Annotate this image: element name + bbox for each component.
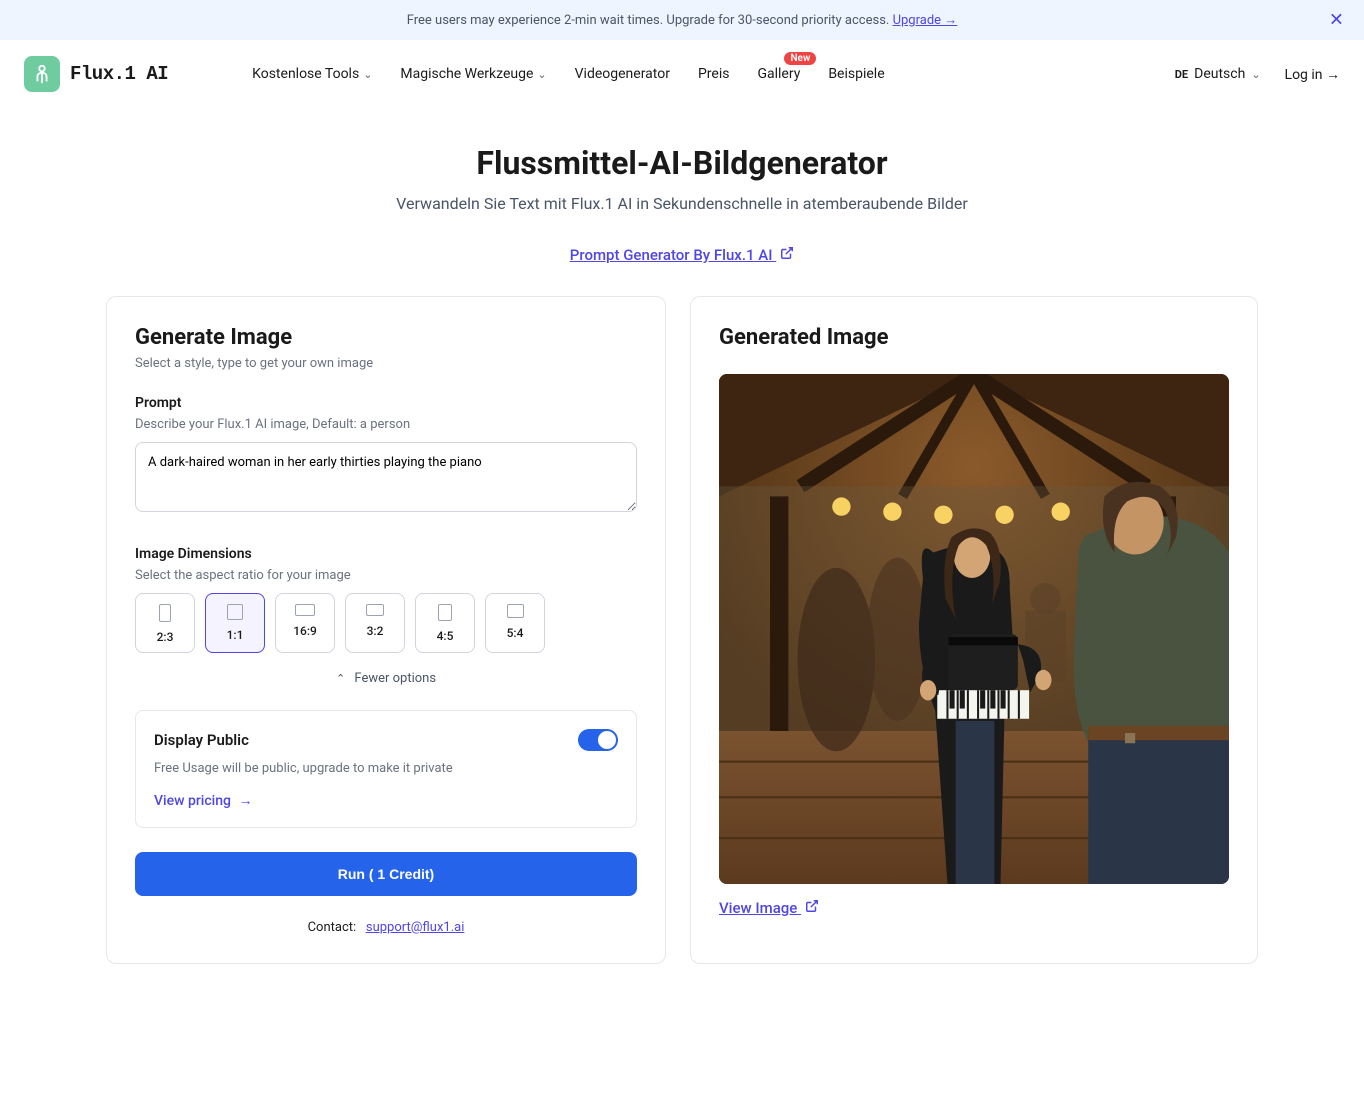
contact-email[interactable]: support@flux1.ai xyxy=(366,920,465,935)
logo-icon xyxy=(24,56,60,92)
chevron-down-icon: ⌄ xyxy=(537,68,546,81)
ratio-preview-icon xyxy=(159,604,171,622)
prompt-generator-link-wrapper: Prompt Generator By Flux.1 AI xyxy=(106,245,1258,264)
login-button[interactable]: Log in → xyxy=(1285,66,1340,83)
output-panel: Generated Image xyxy=(690,296,1258,964)
new-badge: New xyxy=(784,52,816,65)
lang-label: Deutsch xyxy=(1194,66,1245,82)
display-public-title: Display Public xyxy=(154,731,249,749)
page-subtitle: Verwandeln Sie Text mit Flux.1 AI in Sek… xyxy=(106,194,1258,213)
generate-panel: Generate Image Select a style, type to g… xyxy=(106,296,666,964)
aspect-ratio-1-1[interactable]: 1:1 xyxy=(205,593,265,653)
nav-examples[interactable]: Beispiele xyxy=(828,66,884,82)
ratio-label: 1:1 xyxy=(227,628,244,642)
run-button[interactable]: Run ( 1 Credit) xyxy=(135,852,637,896)
upgrade-link[interactable]: Upgrade → xyxy=(893,13,958,28)
dimensions-label: Image Dimensions xyxy=(135,546,637,562)
language-selector[interactable]: DE Deutsch ⌄ xyxy=(1175,66,1261,82)
ratio-preview-icon xyxy=(295,604,315,616)
dimensions-hint: Select the aspect ratio for your image xyxy=(135,568,637,583)
ratio-label: 4:5 xyxy=(437,629,454,643)
main: Flussmittel-AI-Bildgenerator Verwandeln … xyxy=(82,108,1282,1000)
panels: Generate Image Select a style, type to g… xyxy=(106,296,1258,964)
aspect-ratio-4-5[interactable]: 4:5 xyxy=(415,593,475,653)
ratio-preview-icon xyxy=(507,604,524,618)
announcement-banner: Free users may experience 2-min wait tim… xyxy=(0,0,1364,40)
aspect-ratio-3-2[interactable]: 3:2 xyxy=(345,593,405,653)
nav-video[interactable]: Videogenerator xyxy=(575,66,670,82)
header: Flux.1 AI Kostenlose Tools ⌄ Magische We… xyxy=(0,40,1364,108)
external-link-icon xyxy=(805,899,819,917)
ratio-label: 16:9 xyxy=(293,624,317,638)
aspect-ratio-5-4[interactable]: 5:4 xyxy=(485,593,545,653)
logo-text: Flux.1 AI xyxy=(70,63,168,85)
external-link-icon xyxy=(780,246,794,264)
nav-gallery[interactable]: Gallery New xyxy=(757,66,800,82)
nav-tools[interactable]: Kostenlose Tools ⌄ xyxy=(252,66,372,82)
generate-desc: Select a style, type to get your own ima… xyxy=(135,356,637,371)
prompt-input[interactable]: A dark-haired woman in her early thirtie… xyxy=(135,442,637,512)
fewer-options-toggle[interactable]: ⌃ Fewer options xyxy=(135,671,637,686)
banner-text: Free users may experience 2-min wait tim… xyxy=(407,13,893,28)
nav-price[interactable]: Preis xyxy=(698,66,730,82)
header-right: DE Deutsch ⌄ Log in → xyxy=(1175,66,1340,83)
nav: Kostenlose Tools ⌄ Magische Werkzeuge ⌄ … xyxy=(252,66,885,82)
chevron-down-icon: ⌄ xyxy=(1251,68,1260,81)
display-public-box: Display Public Free Usage will be public… xyxy=(135,710,637,828)
lang-code: DE xyxy=(1175,68,1188,81)
ratio-preview-icon xyxy=(366,604,384,616)
prompt-generator-link[interactable]: Prompt Generator By Flux.1 AI xyxy=(570,246,794,264)
contact-label: Contact: xyxy=(308,920,357,935)
page-title: Flussmittel-AI-Bildgenerator xyxy=(106,144,1258,182)
contact: Contact: support@flux1.ai xyxy=(135,920,637,935)
ratio-label: 5:4 xyxy=(507,626,524,640)
prompt-label: Prompt xyxy=(135,395,637,411)
prompt-hint: Describe your Flux.1 AI image, Default: … xyxy=(135,417,637,432)
logo[interactable]: Flux.1 AI xyxy=(24,56,168,92)
view-image-link[interactable]: View Image xyxy=(719,899,819,917)
generate-title: Generate Image xyxy=(135,325,637,350)
display-public-text: Free Usage will be public, upgrade to ma… xyxy=(154,761,618,776)
ratio-preview-icon xyxy=(227,604,243,620)
ratio-label: 3:2 xyxy=(367,624,384,638)
generated-image xyxy=(719,374,1229,884)
arrow-right-icon: → xyxy=(238,793,252,809)
ratio-preview-icon xyxy=(438,604,452,621)
close-icon[interactable]: ✕ xyxy=(1329,10,1344,31)
aspect-ratio-group: 2:3 1:1 16:9 3:2 4:5 5:4 xyxy=(135,593,637,653)
chevron-down-icon: ⌄ xyxy=(363,68,372,81)
toggle-knob xyxy=(598,731,616,749)
output-title: Generated Image xyxy=(719,325,1229,350)
nav-magic[interactable]: Magische Werkzeuge ⌄ xyxy=(400,66,546,82)
display-public-toggle[interactable] xyxy=(578,729,618,751)
view-pricing-link[interactable]: View pricing → xyxy=(154,793,252,809)
aspect-ratio-16-9[interactable]: 16:9 xyxy=(275,593,335,653)
chevron-up-icon: ⌃ xyxy=(336,672,345,685)
ratio-label: 2:3 xyxy=(157,630,174,644)
aspect-ratio-2-3[interactable]: 2:3 xyxy=(135,593,195,653)
